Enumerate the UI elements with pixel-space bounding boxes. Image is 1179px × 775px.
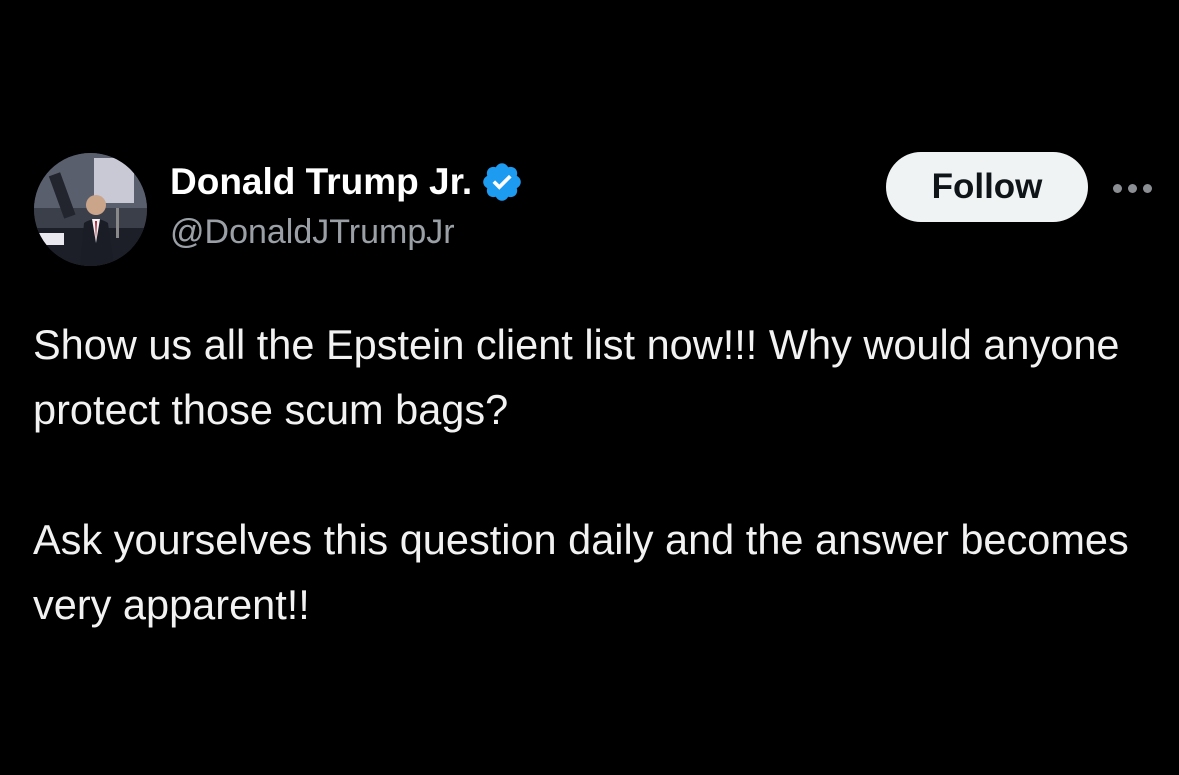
more-dot	[1113, 183, 1122, 193]
author-avatar[interactable]	[34, 153, 147, 266]
post: Donald Trump Jr. @DonaldJTrumpJr Follow …	[0, 0, 1179, 775]
verified-badge-icon	[480, 160, 524, 204]
post-paragraph: Ask yourselves this question daily and t…	[33, 516, 1141, 628]
author-display-name[interactable]: Donald Trump Jr.	[170, 161, 472, 203]
more-dot	[1128, 183, 1137, 193]
follow-button[interactable]: Follow	[886, 152, 1088, 222]
post-paragraph: Show us all the Epstein client list now!…	[33, 321, 1132, 433]
author-handle[interactable]: @DonaldJTrumpJr	[170, 213, 524, 252]
author-info: Donald Trump Jr. @DonaldJTrumpJr	[170, 155, 524, 252]
avatar-photo	[34, 153, 147, 266]
more-options-icon[interactable]	[1113, 178, 1163, 198]
author-name-row: Donald Trump Jr.	[170, 155, 524, 209]
post-text: Show us all the Epstein client list now!…	[33, 312, 1153, 637]
more-dot	[1143, 183, 1152, 193]
